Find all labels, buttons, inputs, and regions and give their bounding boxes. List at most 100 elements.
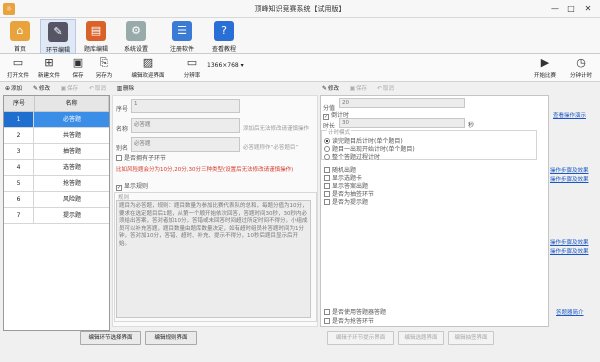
ribbon-tab-label: 注册软件 xyxy=(169,46,194,53)
ribbon-tab-tutorial[interactable]: ? 查看教程 xyxy=(206,19,242,54)
checkbox-box xyxy=(324,199,330,205)
list-item-name: 选答题 xyxy=(62,164,81,171)
ribbon: ⌂ 首页 ✎ 环节编辑 ▤ 题库编辑 ⚙ 系统设置 ☰ 注册软件? 查看教程 xyxy=(0,18,600,54)
use-answer-device-checkbox[interactable]: 是否使用答题器答题 xyxy=(324,307,386,316)
modify-button[interactable]: ✎修改 xyxy=(32,84,50,94)
maximize-button[interactable]: □ xyxy=(564,3,578,15)
op-effect-link-4[interactable]: 操作步骤及效果 xyxy=(550,247,589,255)
list-item[interactable]: 7 提示题 xyxy=(4,208,109,224)
edit-sub-select-button[interactable]: 编辑环节选择界面 xyxy=(80,331,141,345)
register-icon: ☰ xyxy=(172,21,192,41)
question-bank-icon: ▤ xyxy=(86,21,106,41)
list-save-button[interactable]: ▣保存 xyxy=(60,84,78,94)
checkbox-checked: ✓ xyxy=(323,114,329,120)
folder-icon: ▭ xyxy=(12,56,24,69)
list-item-no: 1 xyxy=(4,112,34,127)
ribbon-tab-segment-edit[interactable]: ✎ 环节编辑 xyxy=(40,19,76,54)
edit-welcome-button[interactable]: ▨ 编辑欢迎界面 xyxy=(126,55,170,81)
edit-select-button[interactable]: 编辑选题界面 xyxy=(398,331,444,345)
save-icon: ▣ xyxy=(60,85,67,92)
open-file-button[interactable]: ▭ 打开文件 xyxy=(4,55,32,81)
lottery-checkbox[interactable]: 是否为抢答环节 xyxy=(324,316,374,325)
undo-icon: ↶ xyxy=(376,85,383,92)
start-contest-button[interactable]: ▶ 开始比赛 xyxy=(530,55,560,81)
op-effect-link-2[interactable]: 操作步骤及效果 xyxy=(550,175,589,183)
list-item[interactable]: 3 抽答题 xyxy=(4,144,109,160)
timer-button[interactable]: ◷ 分钟计时 xyxy=(566,55,596,81)
has-group-checkbox[interactable]: 是否拥有子环节 xyxy=(116,153,166,162)
ribbon-tab-label: 系统设置 xyxy=(123,46,148,53)
settings-cancel-button[interactable]: ↶取消 xyxy=(376,84,394,94)
list-item-name: 抽答题 xyxy=(62,148,81,155)
home-icon: ⌂ xyxy=(10,21,30,41)
ribbon-tab-system-settings[interactable]: ⚙ 系统设置 xyxy=(118,19,154,54)
ribbon-tab-label: 环节编辑 xyxy=(45,47,70,54)
list-item[interactable]: 5 抢答题 xyxy=(4,176,109,192)
checkbox-box xyxy=(116,155,122,161)
ribbon-tab-label: 查看教程 xyxy=(211,46,236,53)
resolution-button[interactable]: ▭ 分辨率 xyxy=(178,55,206,81)
edit-draw-button[interactable]: 编辑抽签界面 xyxy=(448,331,494,345)
hint-checkbox[interactable]: 是否为提示题 xyxy=(324,197,368,206)
column-header-name: 名称 xyxy=(35,96,109,112)
save-icon: ▣ xyxy=(349,85,356,92)
edit-sub-hint-button[interactable]: 编辑子环节提示界面 xyxy=(327,331,394,345)
rules-textarea[interactable]: 题目为必答题，规则：题目数量为参加比赛代表队的总和，每题分值为10分，要求在选定… xyxy=(116,200,311,318)
new-file-icon: ⊞ xyxy=(44,56,54,69)
list-item-name: 提示题 xyxy=(62,212,81,219)
list-item-name: 共答题 xyxy=(62,132,81,139)
settings-save-button[interactable]: ▣保存 xyxy=(349,84,367,94)
add-button[interactable]: ⊕添加 xyxy=(4,84,22,94)
trash-icon: ▥ xyxy=(116,85,123,92)
list-cancel-button[interactable]: ↶取消 xyxy=(88,84,106,94)
list-item-name: 必答题 xyxy=(62,116,81,123)
ribbon-tab-label: 首页 xyxy=(13,46,26,53)
view-demo-link[interactable]: 查看操作演示 xyxy=(553,111,586,119)
play-icon: ▶ xyxy=(540,56,550,69)
name-label: 名称 xyxy=(116,126,129,133)
chevron-down-icon: ▾ xyxy=(240,62,244,69)
save-button[interactable]: ▣ 保存 xyxy=(68,55,88,81)
ribbon-tab-home[interactable]: ⌂ 首页 xyxy=(2,19,38,54)
alias-field[interactable]: 必答题 xyxy=(131,137,240,152)
minimize-button[interactable]: — xyxy=(548,3,562,15)
list-item-no: 2 xyxy=(4,128,34,143)
no-field[interactable]: 1 xyxy=(131,99,240,113)
list-item[interactable]: 4 选答题 xyxy=(4,160,109,176)
alias-hint: 必答题称作“必答题目” xyxy=(243,145,299,151)
delete-button[interactable]: ▥删除 xyxy=(116,84,134,94)
list-item-name: 抢答题 xyxy=(62,180,81,187)
mode-radio-3[interactable]: 整个答题过程计时 xyxy=(324,152,380,161)
list-item-no: 5 xyxy=(4,176,34,191)
answer-device-intro-link[interactable]: 答题器简介 xyxy=(556,308,584,316)
list-item[interactable]: 2 共答题 xyxy=(4,128,109,144)
edit-rules-button[interactable]: 编辑规则界面 xyxy=(145,331,197,345)
timer-mode-label: 计时模式 xyxy=(327,128,352,136)
ribbon-tab-register[interactable]: ☰ 注册软件 xyxy=(164,19,200,54)
system-settings-icon: ⚙ xyxy=(126,21,146,41)
list-item[interactable]: 1 必答题 xyxy=(4,112,109,128)
save-as-button[interactable]: ⎘ 另存为 xyxy=(92,55,116,81)
plus-icon: ⊕ xyxy=(4,85,11,92)
time-field[interactable]: 30 xyxy=(339,118,465,128)
op-effect-link-1[interactable]: 操作步骤及效果 xyxy=(550,166,589,174)
save-icon: ▣ xyxy=(72,56,84,69)
list-item-name: 风险题 xyxy=(62,196,81,203)
monitor-icon: ▭ xyxy=(186,56,198,69)
no-label: 序号 xyxy=(116,106,129,113)
ribbon-tab-question-bank[interactable]: ▤ 题库编辑 xyxy=(78,19,114,54)
list-item[interactable]: 6 风险题 xyxy=(4,192,109,208)
ribbon-tab-label: 题库编辑 xyxy=(83,46,108,53)
new-file-button[interactable]: ⊞ 新建文件 xyxy=(35,55,63,81)
op-effect-link-3[interactable]: 操作步骤及效果 xyxy=(550,238,589,246)
time-unit: 秒 xyxy=(468,122,475,129)
show-rules-checkbox[interactable]: ✓ 显示规则 xyxy=(116,181,148,191)
image-icon: ▨ xyxy=(142,56,154,69)
name-hint: 添加后无法修改请谨慎操作 xyxy=(243,126,310,132)
close-button[interactable]: ✕ xyxy=(581,3,595,15)
settings-modify-button[interactable]: ✎修改 xyxy=(321,84,339,94)
tutorial-icon: ? xyxy=(214,21,234,41)
score-field[interactable]: 20 xyxy=(339,98,465,108)
resolution-select[interactable]: 1366×768 ▾ xyxy=(207,62,244,69)
name-field[interactable]: 必答题 xyxy=(131,118,240,133)
